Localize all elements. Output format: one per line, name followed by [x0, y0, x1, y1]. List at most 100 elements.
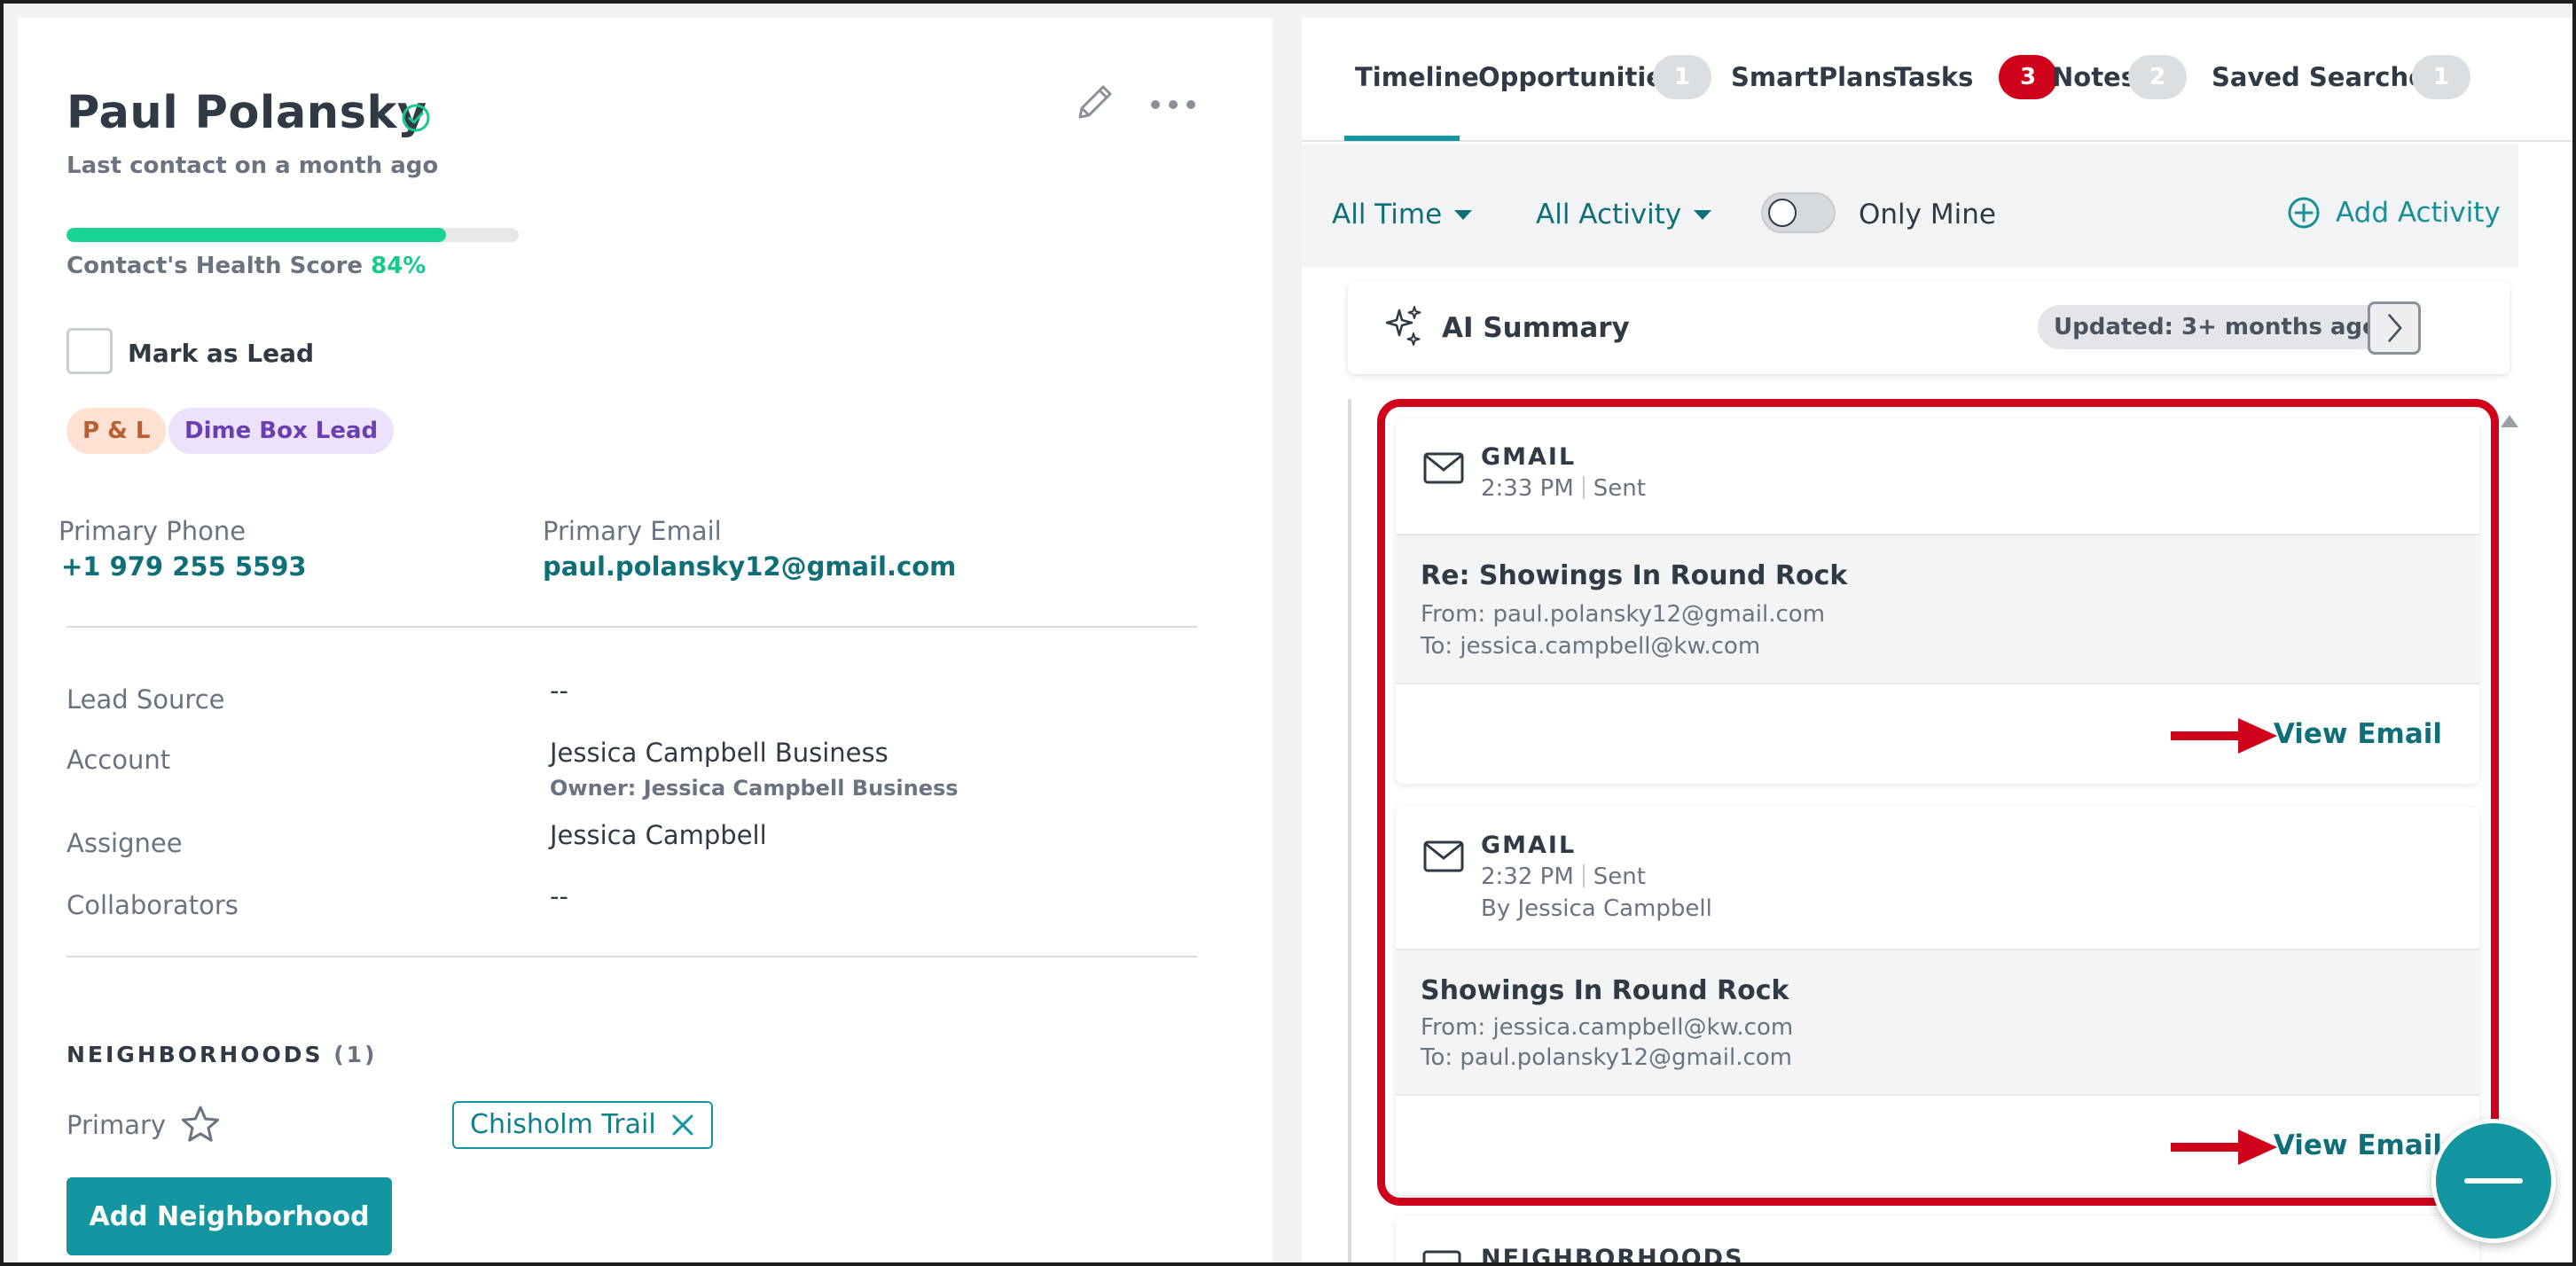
add-activity-button[interactable]: Add Activity [2286, 195, 2501, 231]
email-header: GMAIL 2:33 PM Sent [1396, 418, 2479, 534]
mail-icon [1423, 840, 1464, 872]
neighborhood-chip-label: Chisholm Trail [470, 1109, 656, 1140]
health-score-label: Contact's Health Score 84% [67, 253, 427, 279]
floating-action-button[interactable] [2431, 1119, 2556, 1243]
assignee-value[interactable]: Jessica Campbell [550, 820, 767, 850]
remove-chip-icon[interactable] [670, 1113, 695, 1137]
separator [1582, 864, 1585, 887]
add-neighborhood-button[interactable]: Add Neighborhood [67, 1177, 392, 1255]
neighborhoods-count: (1) [333, 1042, 378, 1067]
account-value[interactable]: Jessica Campbell Business [550, 738, 889, 768]
tab-smartplans[interactable]: SmartPlans [1731, 62, 1898, 92]
primary-neighborhood-label: Primary [67, 1110, 167, 1140]
tag-pl[interactable]: P & L [67, 408, 167, 454]
ai-summary-card[interactable]: AI Summary Updated: 3+ months ago [1348, 282, 2509, 374]
lead-source-label: Lead Source [67, 684, 225, 715]
email-activity-card: GMAIL 2:32 PM Sent By Jessica Campbell Sh… [1396, 807, 2479, 1195]
email-to: To: paul.polansky12@gmail.com [1421, 1044, 1792, 1071]
email-status: Sent [1593, 864, 1646, 890]
saved-searches-count-badge: 1 [2412, 55, 2470, 99]
email-from: From: paul.polansky12@gmail.com [1421, 601, 1826, 628]
email-footer: View Email [1396, 1096, 2479, 1195]
email-subject: Re: Showings In Round Rock [1421, 560, 1848, 591]
active-tab-indicator [1344, 136, 1460, 141]
lead-source-value: -- [550, 676, 568, 706]
contact-panel: Paul Polansky Last contact on a month ag… [18, 18, 1272, 1266]
email-body: Showings In Round Rock From: jessica.cam… [1396, 949, 2479, 1096]
card-icon [1422, 1250, 1461, 1266]
tab-notes[interactable]: Notes [2052, 62, 2136, 92]
neighborhoods-title: NEIGHBORHOODS (1) [67, 1042, 378, 1067]
email-meta: 2:32 PM Sent [1481, 864, 1646, 890]
timeline-panel: Timeline Opportunities 1 SmartPlans Task… [1302, 18, 2576, 1266]
arrow-right-icon [2171, 718, 2277, 754]
collaborators-label: Collaborators [67, 890, 239, 920]
neighborhood-chip: Chisholm Trail [452, 1101, 713, 1149]
health-score-bar [67, 228, 519, 242]
verified-check-icon [402, 104, 430, 132]
tasks-count-badge: 3 [1999, 55, 2057, 99]
fab-bar [2464, 1178, 2523, 1184]
tab-saved-searches[interactable]: Saved Searches [2212, 62, 2441, 92]
all-activity-dropdown[interactable]: All Activity [1536, 199, 1712, 231]
chevron-right-icon[interactable] [2368, 301, 2421, 355]
contact-name: Paul Polansky [67, 87, 427, 139]
edit-pencil-icon[interactable] [1071, 80, 1117, 126]
plus-circle-icon [2288, 197, 2320, 229]
star-icon[interactable] [179, 1104, 222, 1146]
arrow-right-icon [2171, 1129, 2277, 1165]
mark-as-lead-checkbox[interactable] [67, 328, 113, 374]
opportunities-count-badge: 1 [1653, 55, 1711, 99]
account-label: Account [67, 745, 171, 775]
collaborators-value[interactable]: -- [550, 881, 568, 911]
mark-as-lead-label[interactable]: Mark as Lead [128, 339, 314, 368]
sparkle-icon [1385, 306, 1421, 346]
last-contact-text: Last contact on a month ago [67, 152, 439, 179]
scroll-up-arrow-icon[interactable] [2501, 415, 2518, 427]
health-score-fill [67, 228, 447, 242]
email-body: Re: Showings In Round Rock From: paul.po… [1396, 534, 2479, 684]
email-footer: View Email [1396, 684, 2479, 784]
divider [67, 956, 1197, 957]
tab-opportunities[interactable]: Opportunities [1478, 62, 1679, 92]
email-source: GMAIL [1481, 832, 1577, 859]
ai-summary-updated-badge: Updated: 3+ months ago [2038, 305, 2394, 349]
divider [67, 626, 1197, 628]
email-subject: Showings In Round Rock [1421, 975, 1789, 1006]
caret-down-icon [1454, 209, 1473, 220]
mail-icon [1423, 452, 1464, 484]
primary-phone-link[interactable]: +1 979 255 5593 [61, 551, 307, 582]
all-time-dropdown[interactable]: All Time [1332, 199, 1473, 231]
ai-summary-title: AI Summary [1442, 312, 1630, 344]
email-source: GMAIL [1481, 443, 1577, 471]
next-card-title: NEIGHBORHOODS [1481, 1245, 1744, 1266]
filter-bar: All Time All Activity Only Mine Add Acti… [1302, 144, 2518, 268]
tab-timeline[interactable]: Timeline [1355, 62, 1479, 92]
account-owner: Owner: Jessica Campbell Business [550, 776, 959, 801]
timeline-line [1348, 399, 1351, 1266]
primary-email-link[interactable]: paul.polansky12@gmail.com [543, 551, 956, 582]
tab-tasks[interactable]: Tasks [1894, 62, 1973, 92]
caret-down-icon [1694, 209, 1712, 220]
health-score-value: 84% [371, 253, 427, 279]
only-mine-toggle[interactable] [1761, 192, 1836, 233]
view-email-link[interactable]: View Email [2274, 1129, 2442, 1161]
email-activity-card: GMAIL 2:33 PM Sent Re: Showings In Round … [1396, 418, 2479, 784]
email-time: 2:33 PM [1481, 475, 1574, 502]
separator [1582, 476, 1585, 499]
neighborhoods-activity-card: NEIGHBORHOODS [1396, 1216, 2479, 1266]
email-from: From: jessica.campbell@kw.com [1421, 1014, 1794, 1041]
email-header: GMAIL 2:32 PM Sent By Jessica Campbell [1396, 807, 2479, 949]
email-status: Sent [1593, 475, 1646, 502]
email-meta: 2:33 PM Sent [1481, 475, 1646, 502]
more-options-icon[interactable] [1147, 89, 1200, 121]
notes-count-badge: 2 [2128, 55, 2187, 99]
tab-bar: Timeline Opportunities 1 SmartPlans Task… [1302, 18, 2576, 142]
primary-email-label: Primary Email [543, 516, 722, 546]
view-email-link[interactable]: View Email [2274, 718, 2442, 750]
email-time: 2:32 PM [1481, 864, 1574, 890]
email-to: To: jessica.campbell@kw.com [1421, 633, 1761, 660]
tag-dime-box-lead[interactable]: Dime Box Lead [168, 408, 395, 454]
email-sender: By Jessica Campbell [1481, 895, 1712, 922]
assignee-label: Assignee [67, 828, 183, 858]
